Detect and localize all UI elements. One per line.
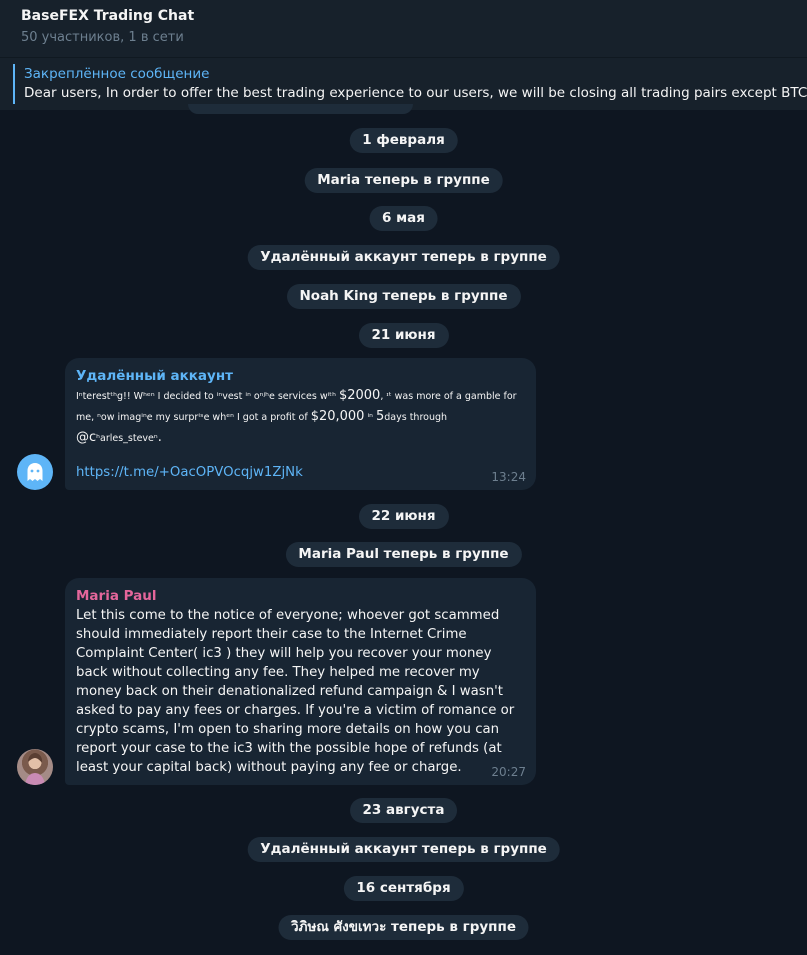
message-text: Iⁿterestᵗʰg!! Wʰᵉⁿ I decided to ⁱⁿvest ⁱ…: [76, 388, 517, 445]
chat-header[interactable]: BaseFEX Trading Chat 50 участников, 1 в …: [0, 0, 807, 57]
date-separator: 1 февраля: [349, 128, 458, 153]
date-separator: 22 июня: [358, 504, 449, 529]
message-bubble[interactable]: Maria Paul Let this come to the notice o…: [65, 578, 536, 785]
service-message: Noah King теперь в группе: [286, 284, 521, 309]
pinned-text: Dear users, In order to offer the best t…: [24, 85, 807, 101]
avatar[interactable]: [17, 454, 53, 490]
user-photo-icon: [25, 753, 45, 785]
message-sender[interactable]: Maria Paul: [76, 587, 524, 606]
message-text: Let this come to the notice of everyone;…: [76, 608, 519, 775]
date-separator: 16 сентября: [343, 876, 464, 901]
service-message: Maria Paul теперь в группе: [285, 542, 522, 567]
avatar[interactable]: [17, 749, 53, 785]
service-message: Maria теперь в группе: [304, 168, 503, 193]
chat-title[interactable]: BaseFEX Trading Chat: [21, 6, 807, 26]
message-bubble[interactable]: Удалённый аккаунт Iⁿterestᵗʰg!! Wʰᵉⁿ I d…: [65, 358, 536, 490]
pinned-label: Закреплённое сообщение: [24, 66, 210, 82]
ghost-icon: [27, 463, 43, 481]
message-time: 20:27: [491, 765, 526, 779]
date-separator: 6 мая: [369, 206, 438, 231]
service-message: วิภิษณ ศังขเทวะ теперь в группе: [278, 915, 529, 940]
chat-member-count: 50 участников, 1 в сети: [21, 30, 184, 45]
date-separator: 23 августа: [349, 798, 458, 823]
message-link[interactable]: https://t.me/+OacOPVOcqjw1ZjNk: [76, 465, 303, 480]
date-separator: 21 июня: [358, 323, 449, 348]
message-sender[interactable]: Удалённый аккаунт: [76, 367, 524, 386]
message-time: 13:24: [491, 470, 526, 484]
scrollbar[interactable]: [803, 110, 807, 955]
pinned-message-bar[interactable]: Закреплённое сообщение Dear users, In or…: [0, 57, 807, 110]
service-message-stub: [188, 104, 413, 114]
pinned-accent-bar: [13, 64, 15, 104]
service-message: Удалённый аккаунт теперь в группе: [247, 245, 560, 270]
service-message: Удалённый аккаунт теперь в группе: [247, 837, 560, 862]
